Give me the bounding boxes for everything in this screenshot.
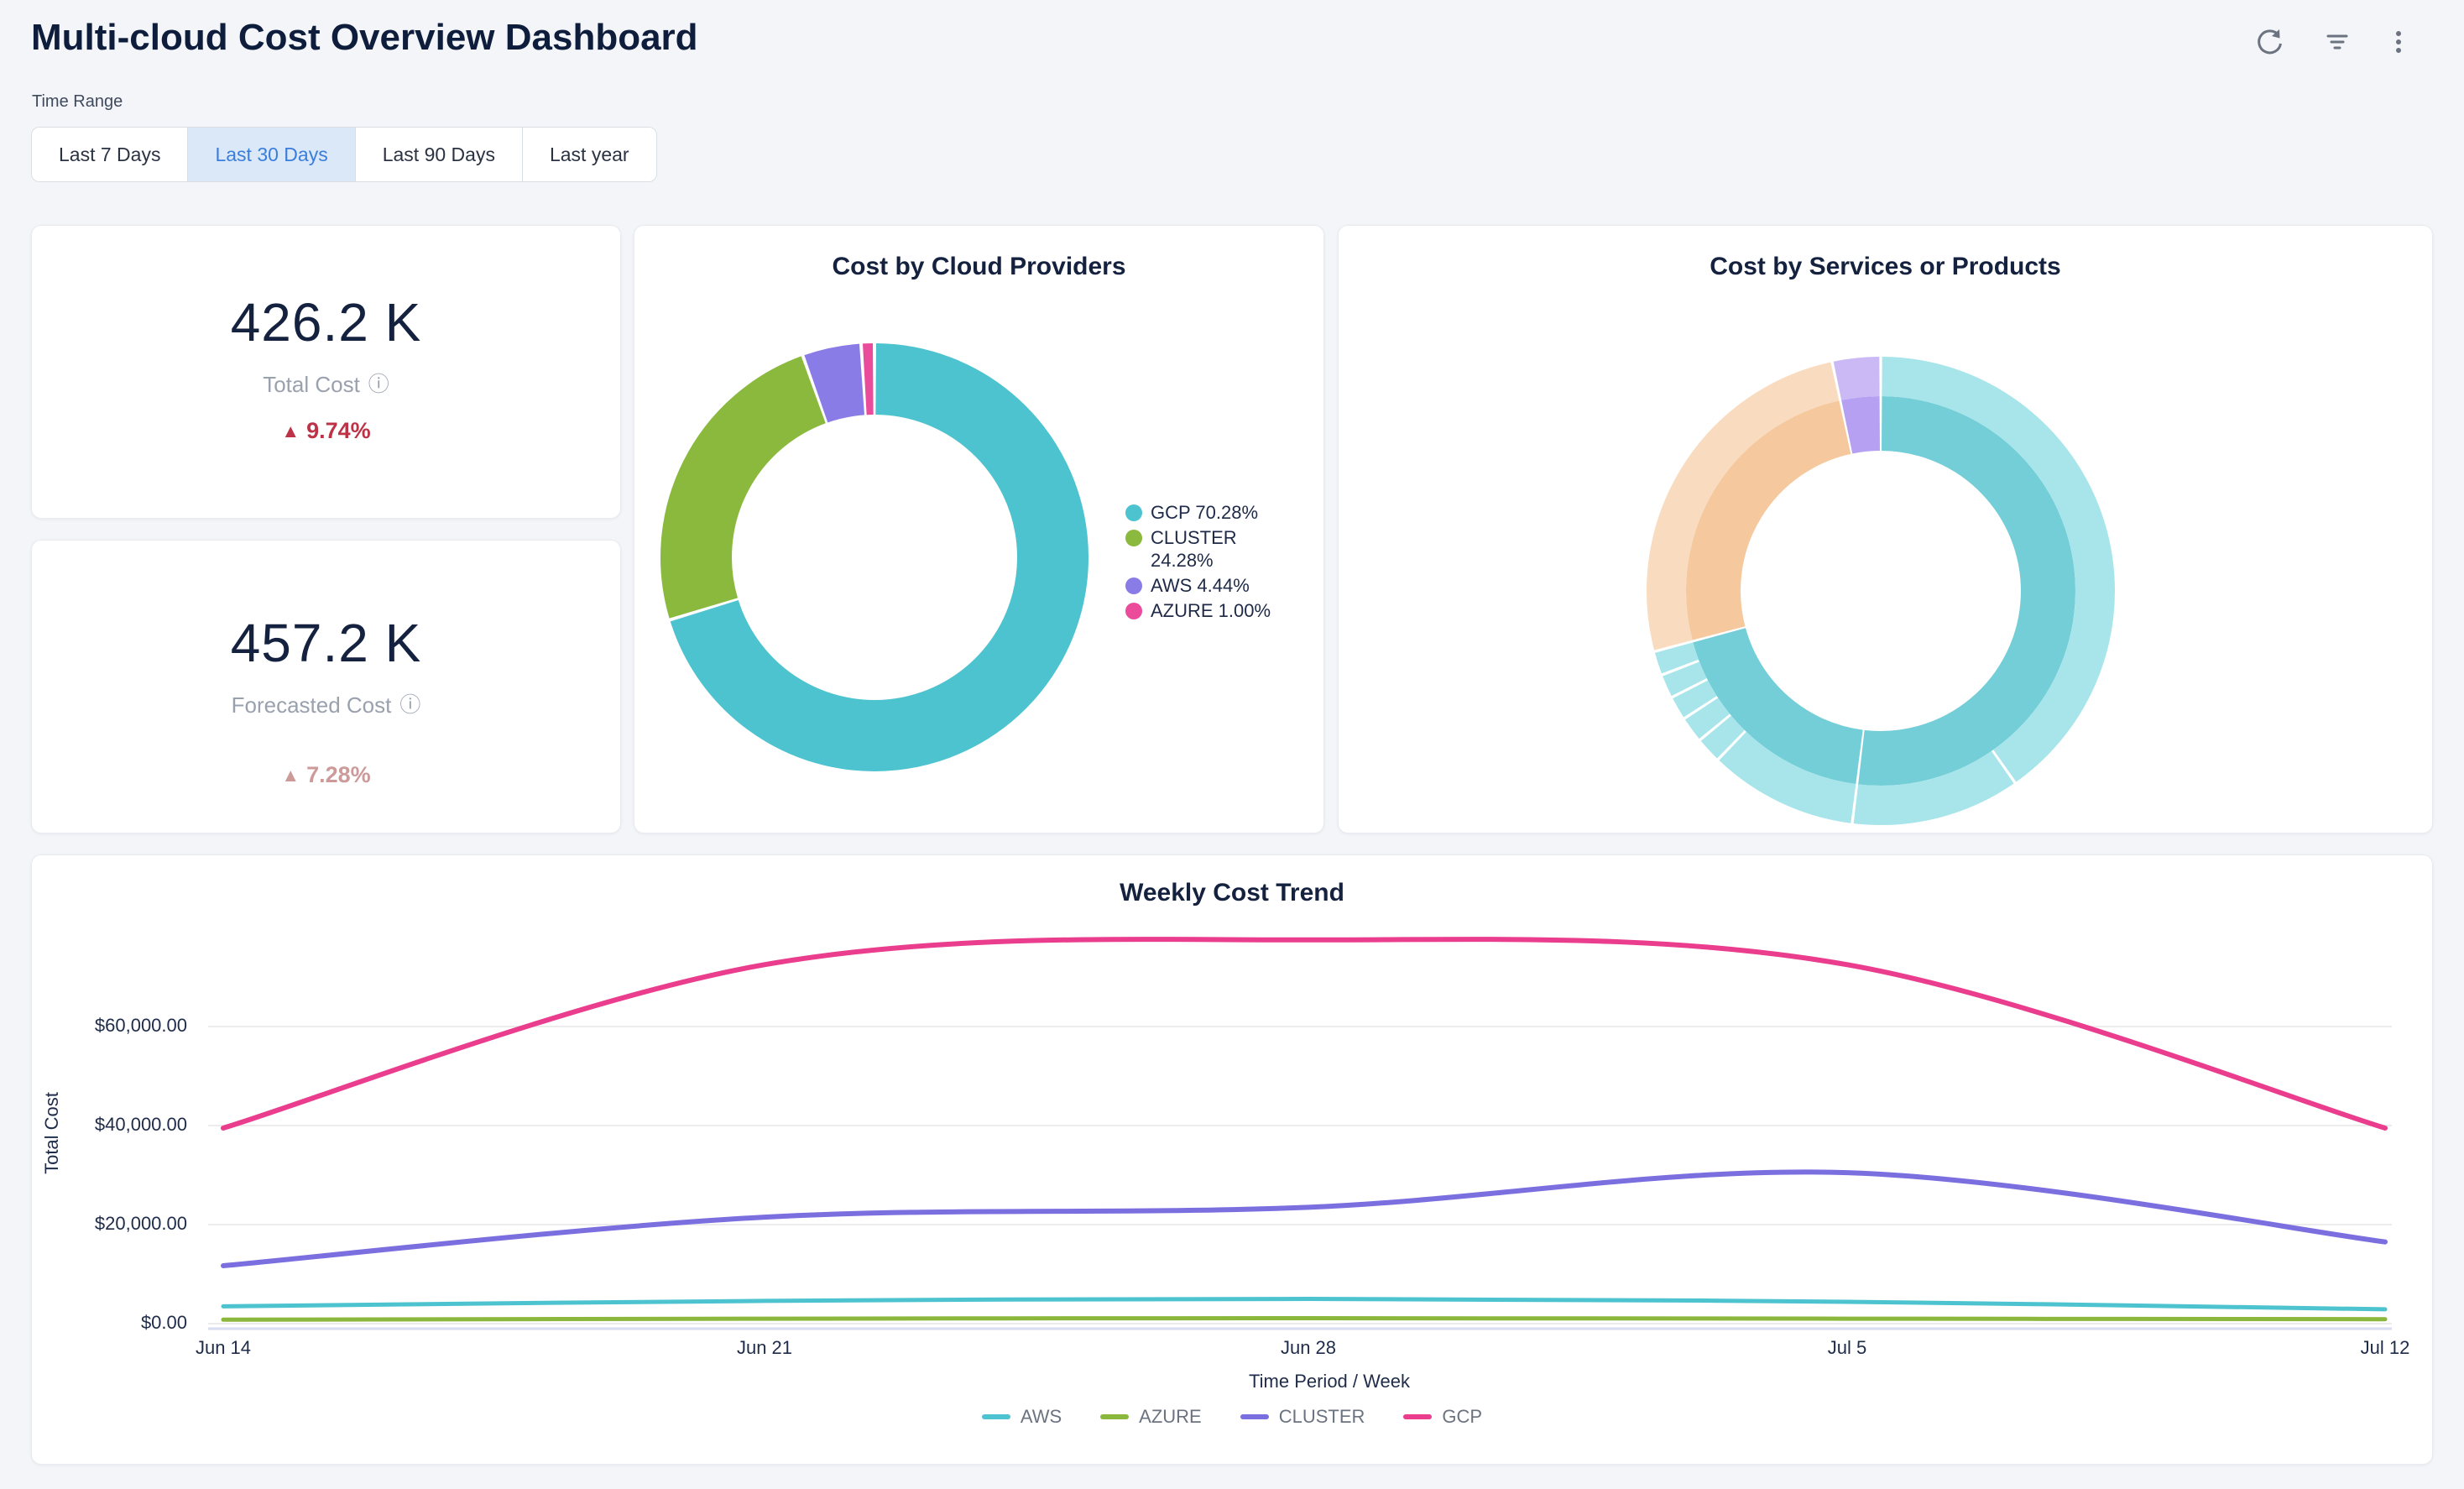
sunburst-inner-providers-segment-0[interactable] xyxy=(1861,424,2049,759)
cost-by-cloud-providers-card: Cost by Cloud Providers GCP 70.28% CLUST… xyxy=(634,225,1324,833)
legend-item-azure[interactable]: AZURE 1.00% xyxy=(1125,599,1285,622)
weekly-cost-trend-card: Weekly Cost Trend $0.00 $20,000.00 $40,0… xyxy=(31,854,2433,1465)
donut-segment-aws[interactable] xyxy=(816,379,862,389)
x-axis-title: Time Period / Week xyxy=(1220,1371,1438,1392)
trend-legend: AWS AZURE CLUSTER GCP xyxy=(32,1406,2432,1428)
total-cost-kpi-card: 426.2 K Total Cost ⓘ ▲ 9.74% xyxy=(31,225,621,519)
sunburst-outer-services-segment-6[interactable] xyxy=(1681,669,1689,687)
time-range-label: Time Range xyxy=(32,92,123,112)
forecasted-cost-label: Forecasted Cost xyxy=(232,692,392,718)
filter-icon[interactable] xyxy=(2320,25,2354,59)
trend-line-azure[interactable] xyxy=(223,1319,2385,1320)
page-title: Multi-cloud Cost Overview Dashboard xyxy=(31,17,698,59)
xtick-jun-14: Jun 14 xyxy=(164,1337,282,1359)
sunburst-outer-services-segment-5[interactable] xyxy=(1690,689,1700,706)
gcp-legend-dot xyxy=(1125,504,1142,521)
xtick-jul-12: Jul 12 xyxy=(2326,1337,2444,1359)
legend-item-cluster[interactable]: CLUSTER 24.28% xyxy=(1125,526,1285,572)
ytick-0: $0.00 xyxy=(44,1312,187,1334)
xtick-jun-28: Jun 28 xyxy=(1250,1337,1367,1359)
legend-item-gcp[interactable]: GCP 70.28% xyxy=(1125,501,1285,524)
azure-line-swatch xyxy=(1100,1414,1129,1419)
time-range-last-7-days[interactable]: Last 7 Days xyxy=(32,128,188,181)
trend-legend-aws[interactable]: AWS xyxy=(982,1406,1062,1428)
forecasted-cost-kpi-card: 457.2 K Forecasted Cost ⓘ ▲ 7.28% xyxy=(31,540,621,833)
sunburst-outer-services-segment-9[interactable] xyxy=(1837,377,1879,381)
trend-line-cluster[interactable] xyxy=(223,1172,2385,1266)
time-range-last-30-days[interactable]: Last 30 Days xyxy=(188,128,355,181)
aws-legend-dot xyxy=(1125,577,1142,594)
dashboard-page: { "header": { "title": "Multi-cloud Cost… xyxy=(0,0,2464,1489)
legend-item-aws[interactable]: AWS 4.44% xyxy=(1125,574,1285,597)
trend-legend-gcp[interactable]: GCP xyxy=(1403,1406,1482,1428)
time-range-segmented-control: Last 7 Days Last 30 Days Last 90 Days La… xyxy=(31,127,657,182)
sunburst-inner-providers-segment-3[interactable] xyxy=(1847,424,1880,427)
sunburst-outer-services-segment-7[interactable] xyxy=(1674,648,1680,666)
refresh-icon[interactable] xyxy=(2253,25,2287,59)
total-cost-label: Total Cost xyxy=(263,372,360,398)
forecasted-cost-value: 457.2 K xyxy=(231,612,422,674)
gcp-line-swatch xyxy=(1403,1414,1432,1419)
cost-by-services-card: Cost by Services or Products xyxy=(1338,225,2433,833)
sunburst-outer-services-segment-3[interactable] xyxy=(1716,729,1731,744)
cluster-legend-dot xyxy=(1125,530,1142,546)
y-axis-title: Total Cost xyxy=(41,1074,63,1192)
trend-line-gcp[interactable] xyxy=(223,939,2385,1128)
donut-segment-cluster[interactable] xyxy=(697,389,814,608)
total-cost-delta: 9.74% xyxy=(306,418,371,444)
ytick-40000: $40,000.00 xyxy=(44,1114,187,1136)
aws-line-swatch xyxy=(982,1414,1010,1419)
ytick-60000: $60,000.00 xyxy=(44,1015,187,1037)
info-icon[interactable]: ⓘ xyxy=(399,695,420,716)
trend-legend-azure[interactable]: AZURE xyxy=(1100,1406,1202,1428)
time-range-last-year[interactable]: Last year xyxy=(523,128,656,181)
services-sunburst-chart[interactable] xyxy=(1339,226,2434,834)
providers-legend: GCP 70.28% CLUSTER 24.28% AWS 4.44% AZUR… xyxy=(1125,501,1285,622)
xtick-jun-21: Jun 21 xyxy=(706,1337,823,1359)
info-icon[interactable]: ⓘ xyxy=(368,374,389,395)
trend-line-aws[interactable] xyxy=(223,1298,2385,1309)
sunburst-outer-services-segment-4[interactable] xyxy=(1702,708,1715,726)
cluster-line-swatch xyxy=(1240,1414,1269,1419)
xtick-jul-5: Jul 5 xyxy=(1788,1337,1906,1359)
delta-up-icon: ▲ xyxy=(281,422,300,441)
forecasted-cost-delta: 7.28% xyxy=(306,762,371,788)
total-cost-value: 426.2 K xyxy=(231,291,422,353)
azure-legend-dot xyxy=(1125,603,1142,619)
kebab-menu-icon[interactable] xyxy=(2382,25,2415,59)
delta-up-icon: ▲ xyxy=(281,766,300,785)
ytick-20000: $20,000.00 xyxy=(44,1213,187,1235)
time-range-last-90-days[interactable]: Last 90 Days xyxy=(356,128,523,181)
trend-legend-cluster[interactable]: CLUSTER xyxy=(1240,1406,1365,1428)
